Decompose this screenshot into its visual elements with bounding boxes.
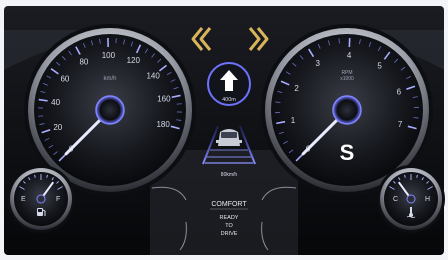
tachometer-tick [414, 118, 419, 119]
instrument-cluster: 020406080100120140160180 km/h 01234567 R… [0, 0, 448, 255]
ready-line-1: READY [220, 215, 239, 221]
tachometer-tick-label: 3 [316, 59, 321, 68]
tachometer-unit-scale: x1000 [340, 76, 354, 82]
temp-cold-label: C [393, 196, 398, 203]
tachometer-tick-label: 2 [294, 84, 299, 93]
speedometer-tick-label: 40 [51, 98, 60, 107]
speedometer-tick-label: 80 [79, 57, 88, 66]
speedometer-hub [96, 96, 124, 124]
tachometer-tick-label: 5 [377, 62, 382, 71]
speedometer-unit: km/h [103, 76, 116, 82]
tachometer-tick-label: 7 [398, 120, 403, 129]
ready-line-3: DRIVE [221, 231, 238, 237]
speedometer-tick-label: 140 [146, 72, 160, 81]
temp-hot-label: H [425, 196, 430, 203]
drive-mode: COMFORT [211, 201, 247, 208]
tachometer-tick-label: 4 [347, 51, 352, 60]
adas-set-speed: 80km/h [221, 172, 238, 178]
gear-indicator: S [340, 140, 355, 165]
temperature-gauge: C H [377, 165, 445, 233]
speedometer-tick-label: 160 [157, 95, 171, 104]
tachometer-tick-label: 6 [397, 88, 402, 97]
speedometer-tick-label: 20 [53, 123, 62, 132]
navigation-distance: 400m [222, 97, 236, 103]
speedometer-tick-label: 120 [127, 56, 141, 65]
navigation-indicator: 400m [208, 63, 250, 105]
tachometer-tick [339, 38, 340, 43]
fuel-gauge: E F [7, 165, 75, 233]
speedometer-tick-label: 180 [156, 120, 170, 129]
tachometer-tick [275, 102, 280, 103]
cluster-canvas: 020406080100120140160180 km/h 01234567 R… [0, 0, 448, 255]
fuel-empty-label: E [21, 196, 26, 203]
fuel-full-label: F [56, 196, 60, 203]
ready-line-2: TO [225, 223, 233, 229]
tachometer-tick-label: 1 [291, 116, 296, 125]
speedometer-tick-label: 60 [60, 74, 69, 83]
tachometer-hub [333, 96, 361, 124]
speedometer-tick-label: 100 [102, 51, 116, 60]
